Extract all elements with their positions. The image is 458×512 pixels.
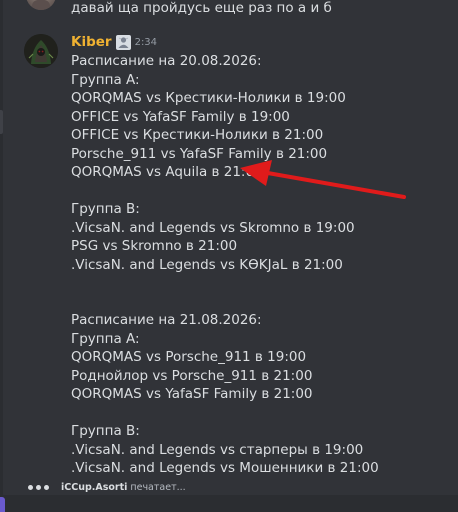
match-line: QORQMAS vs YafaSF Family в 21:00 <box>71 386 313 402</box>
author-name[interactable]: Kiber <box>71 34 112 50</box>
match-line-highlighted: QORQMAS vs Aquila в 21:00 <box>71 164 263 180</box>
match-line: PSG vs Skromno в 21:00 <box>71 238 238 254</box>
previous-message: давай ща пройдусь еще раз по а и б <box>0 0 458 18</box>
match-line: .VicsaN. and Legends vs Мошенники в 21:0… <box>71 460 379 476</box>
group-heading: Группа A: <box>71 330 140 347</box>
role-badge-icon[interactable] <box>115 34 131 50</box>
typing-user-name: iCCup.Asorti <box>61 481 128 493</box>
sidebar-indicator <box>0 110 3 134</box>
sidebar-accent <box>0 497 5 512</box>
group-heading: Группа B: <box>71 201 140 217</box>
hooded-figure-icon <box>24 34 58 68</box>
avatar-image-icon <box>32 0 50 10</box>
match-line: OFFICE vs YafaSF Family в 19:00 <box>71 108 290 125</box>
match-line: Роднойлор vs Porsche_911 в 21:00 <box>71 367 313 384</box>
typing-dots-icon <box>28 484 49 490</box>
chat-input-bar[interactable] <box>0 495 458 512</box>
message-content: давай ща пройдусь еще раз по а и б <box>71 0 332 16</box>
group-heading: Группа A: <box>71 71 140 88</box>
match-line: Porsche_911 vs YafaSF Family в 21:00 <box>71 145 328 162</box>
match-line: QORQMAS vs Porsche_911 в 19:00 <box>71 349 307 365</box>
group-heading: Группа B: <box>71 423 140 439</box>
match-line: .VicsaN. and Legends vs Skromno в 19:00 <box>71 219 355 236</box>
schedule-date-heading: Расписание на 20.08.2026: <box>71 53 262 69</box>
schedule-date-heading: Расписание на 21.08.2026: <box>71 312 262 328</box>
avatar[interactable] <box>26 0 56 10</box>
typing-status-text: печатает... <box>130 481 186 493</box>
match-line: .VicsaN. and Legends vs KӨKJaL в 21:00 <box>71 256 343 273</box>
server-sidebar-edge <box>0 0 3 512</box>
match-line: .VicsaN. and Legends vs старперы в 19:00 <box>71 441 364 458</box>
match-line: QORQMAS vs Крестики-Нолики в 19:00 <box>71 90 346 106</box>
match-line: OFFICE vs Крестики-Нолики в 21:00 <box>71 127 324 143</box>
message-timestamp: 2:34 <box>134 36 158 48</box>
message-content: Расписание на 20.08.2026: Группа A: QORQ… <box>71 52 451 478</box>
typing-indicator: iCCup.Asorti печатает... <box>28 479 186 495</box>
message-header: Kiber 2:34 <box>71 33 157 51</box>
author-avatar[interactable] <box>24 34 58 68</box>
